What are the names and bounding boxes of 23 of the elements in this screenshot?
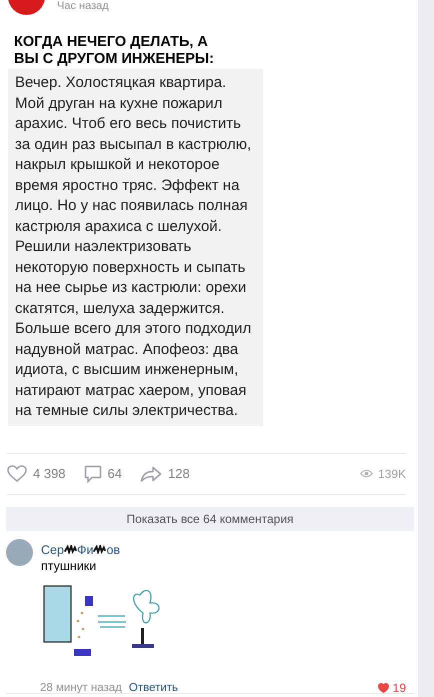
post-title: КОГДА НЕЧЕГО ДЕЛАТЬ, А ВЫ С ДРУГОМ ИНЖЕНЕРЫ: [14, 34, 215, 68]
post-story: Вечер. Холостяцкая квартира. Мой друган на кухне пожарил арахис. Чтоб его весь почистить за один раз высыпал в кастрюлю, накрыл крышкой и некоторое время яростно тряс. Эффект на лицо. Но у нас появилась полная кастрюля арахиса с шелухой. Решили наэлектризовать некоторую поверхность и сыпать на нее сырье из кастрюли: орехи скатятся, шелуха задержится. Больше всего для этого подходил надувной матрас. Апофеоз: два идиота, с высшим инженерным, натирают матрас хаером, уповая на темные силы электричества. [8, 69, 263, 426]
reply-link[interactable]: Ответить [128, 682, 178, 694]
comment-count: 64 [108, 466, 122, 481]
heart-icon[interactable] [378, 682, 389, 692]
share-count: 128 [168, 466, 190, 481]
like-count: 4 398 [33, 466, 66, 481]
heart-icon[interactable] [7, 465, 27, 482]
scribble-icon [93, 545, 106, 554]
eye-icon [360, 469, 373, 478]
view-count: 139K [378, 466, 406, 480]
comment-text: птушники [41, 558, 98, 572]
author-name[interactable]: Сер [41, 542, 64, 556]
author-name[interactable]: ов [106, 542, 120, 556]
comment-icon[interactable] [84, 464, 102, 482]
author-name[interactable]: Фи [76, 542, 94, 556]
comment-time: 28 минут назад [40, 682, 122, 694]
post-time: Час назад [57, 0, 109, 12]
show-comments-button[interactable]: Показать все 64 комментария [6, 506, 414, 530]
comment-like-count: 19 [392, 680, 406, 694]
commenter-avatar[interactable] [6, 538, 33, 566]
scribble-icon [64, 545, 77, 554]
share-icon[interactable] [140, 466, 162, 482]
